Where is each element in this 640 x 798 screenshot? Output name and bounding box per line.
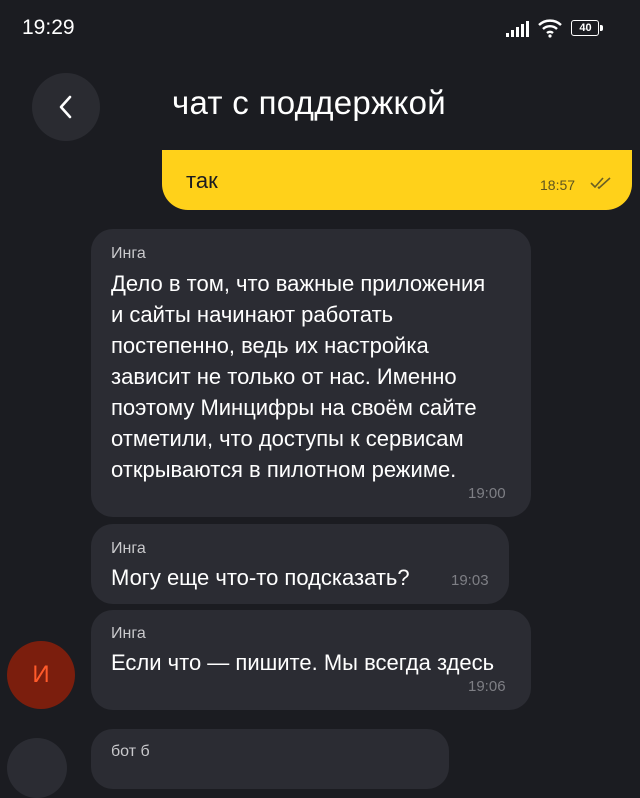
message-text: Дело в том, что важные приложения и сайт… (111, 271, 486, 482)
sender-name: Инга (111, 625, 146, 642)
chat-title: чат с поддержкой (172, 84, 446, 121)
message-time: 18:57 (540, 177, 576, 193)
status-bar: 19:29 40 (0, 0, 640, 58)
incoming-message[interactable]: бот б (91, 729, 449, 789)
message-time: 19:06 (468, 678, 506, 695)
avatar[interactable]: И (7, 641, 75, 709)
sender-name: Инга (111, 540, 146, 557)
incoming-message[interactable]: Инга Дело в том, что важные приложения и… (91, 229, 531, 517)
battery-icon: 40 (571, 20, 603, 36)
incoming-message[interactable]: Инга Могу еще что-то подсказать? 19:03 (91, 524, 509, 604)
message-text: так (186, 168, 218, 193)
avatar-letter: И (32, 661, 50, 688)
back-button[interactable] (32, 73, 100, 141)
sender-name: Инга (111, 245, 146, 262)
sender-name: бот б (111, 743, 150, 760)
incoming-message[interactable]: Инга Если что — пишите. Мы всегда здесь … (91, 610, 531, 710)
status-time: 19:29 (22, 16, 75, 39)
double-check-icon (590, 177, 611, 190)
battery-level-text: 40 (579, 22, 592, 34)
message-text: Если что — пишите. Мы всегда здесь (111, 650, 495, 675)
message-time: 19:03 (451, 572, 489, 589)
message-time: 19:00 (468, 485, 506, 502)
chevron-left-icon (59, 95, 72, 119)
avatar[interactable] (7, 738, 67, 798)
message-text: Могу еще что-то подсказать? (111, 565, 410, 590)
signal-icon (506, 21, 529, 37)
outgoing-message[interactable]: так 18:57 (162, 150, 632, 210)
wifi-icon (538, 19, 562, 38)
